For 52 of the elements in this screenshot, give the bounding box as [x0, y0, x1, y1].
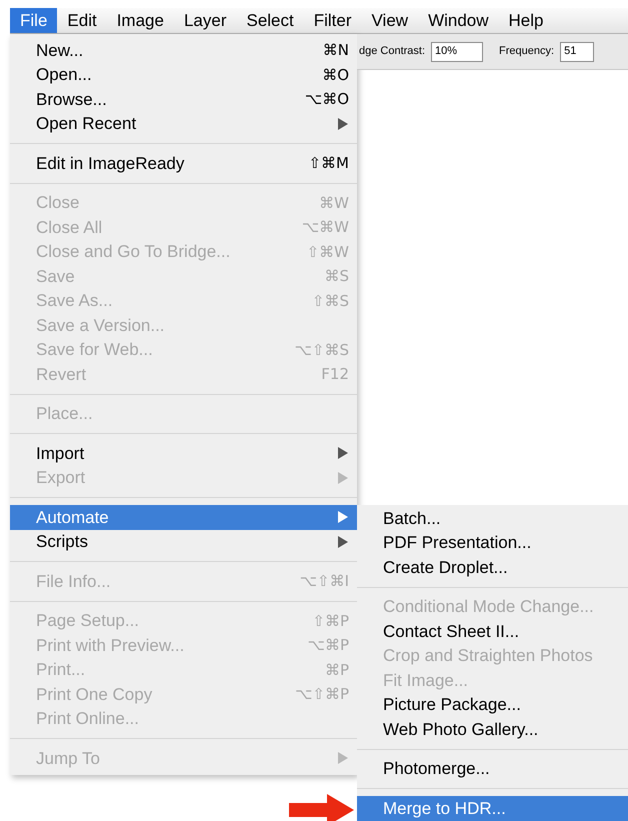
shortcut-label: ⇧⌘W — [306, 242, 349, 262]
submenu-arrow-icon — [337, 534, 349, 549]
submenu-arrow-icon — [337, 446, 349, 460]
menu-title[interactable]: Window — [418, 8, 499, 33]
pointer-arrow-icon — [289, 792, 355, 821]
input-field[interactable]: 51 — [560, 42, 594, 62]
menu-title[interactable]: Layer — [174, 8, 236, 33]
shortcut-label: ⌘N — [322, 40, 349, 61]
menu-title[interactable]: Select — [236, 8, 304, 33]
shortcut-label: ⌘P — [324, 660, 349, 680]
field-label: dge Contrast: — [359, 44, 426, 60]
field-label: Frequency: — [499, 44, 554, 60]
input-field[interactable]: 10% — [431, 42, 484, 62]
menu-title[interactable]: View — [362, 8, 418, 33]
shortcut-label: ⌥⇧⌘S — [294, 340, 349, 360]
shortcut-label: ⌥⌘W — [302, 217, 349, 238]
menu-item[interactable]: New... ⌘N — [10, 38, 357, 62]
menu-item[interactable]: PDF Presentation... — [357, 530, 628, 555]
menu-item[interactable]: Open Recent — [10, 112, 357, 136]
menu-item[interactable]: Web Photo Gallery... — [357, 717, 628, 742]
shortcut-label: ⇧⌘P — [312, 610, 349, 632]
submenu-arrow-icon — [337, 470, 349, 485]
shortcut-label: F12 — [321, 364, 349, 385]
menu-title[interactable]: Image — [106, 8, 174, 33]
shortcut-label: ⌥⌘P — [308, 635, 349, 656]
menu-item[interactable]: Scripts — [10, 530, 357, 554]
shortcut-label: ⌘O — [322, 64, 349, 86]
menu-item[interactable]: Edit in ImageReady ⇧⌘M — [10, 151, 357, 176]
shortcut-label: ⇧⌘S — [312, 290, 349, 312]
menu-title[interactable]: Filter — [304, 8, 362, 33]
submenu-arrow-icon — [337, 116, 349, 131]
menu-item[interactable]: Contact Sheet II... — [357, 619, 628, 644]
menu-item[interactable]: Create Droplet... — [357, 555, 628, 580]
menu-title[interactable]: File — [10, 8, 58, 33]
menu-item[interactable]: Picture Package... — [357, 692, 628, 717]
menu-item[interactable]: Merge to HDR... — [357, 796, 628, 820]
menu-item[interactable]: Photomerge... — [357, 756, 628, 781]
shortcut-label: ⌘W — [319, 192, 349, 214]
menu-title[interactable]: Edit — [57, 8, 107, 33]
menu-item[interactable]: Automate — [10, 505, 357, 530]
menu-item[interactable]: Import — [10, 441, 357, 466]
submenu-arrow-icon — [337, 510, 349, 524]
menu-item[interactable]: Batch... — [357, 506, 628, 530]
shortcut-label: ⌥⇧⌘P — [295, 684, 349, 705]
shortcut-label: ⌘S — [324, 266, 349, 287]
submenu-arrow-icon — [337, 751, 349, 766]
shortcut-label: ⌥⇧⌘I — [300, 571, 349, 592]
shortcut-label: ⇧⌘M — [308, 153, 349, 174]
menu-item[interactable]: Open... ⌘O — [10, 62, 357, 87]
shortcut-label: ⌥⌘O — [304, 89, 349, 110]
menu-title[interactable]: Help — [498, 8, 554, 33]
menu-item[interactable]: Browse... ⌥⌘O — [10, 87, 357, 112]
